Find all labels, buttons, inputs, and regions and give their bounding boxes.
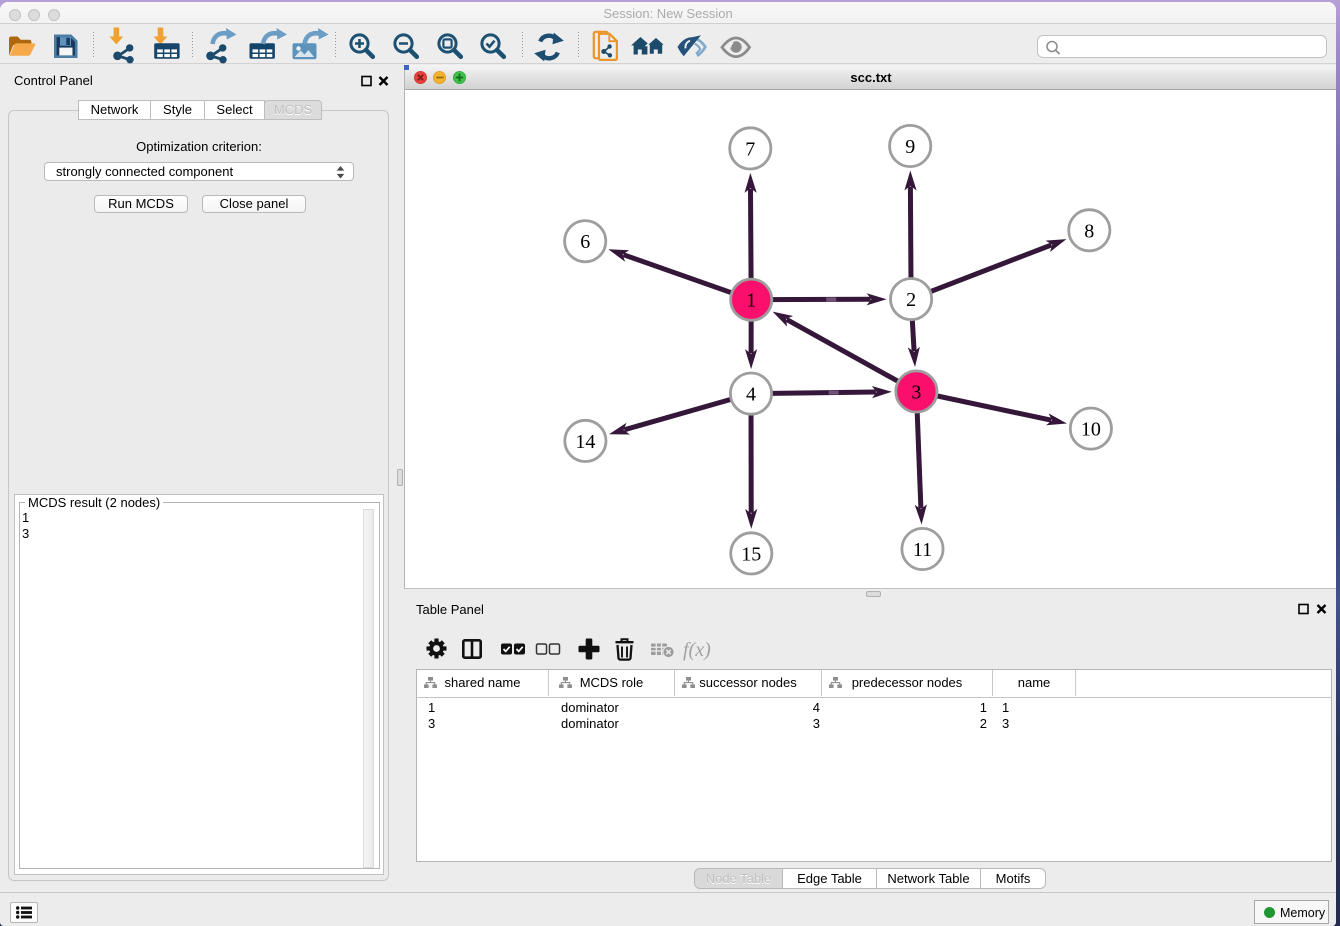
svg-text:14: 14 bbox=[575, 431, 595, 453]
svg-text:f(x): f(x) bbox=[683, 639, 711, 661]
svg-text:15: 15 bbox=[741, 543, 761, 565]
svg-text:4: 4 bbox=[746, 384, 756, 406]
svg-text:10: 10 bbox=[1081, 419, 1101, 441]
svg-text:2: 2 bbox=[906, 289, 916, 311]
svg-text:1: 1 bbox=[746, 290, 756, 312]
svg-text:11: 11 bbox=[913, 539, 932, 561]
svg-text:9: 9 bbox=[905, 136, 915, 158]
svg-text:8: 8 bbox=[1084, 220, 1094, 242]
svg-text:7: 7 bbox=[745, 138, 755, 160]
svg-text:3: 3 bbox=[911, 382, 921, 404]
svg-text:6: 6 bbox=[580, 231, 590, 253]
